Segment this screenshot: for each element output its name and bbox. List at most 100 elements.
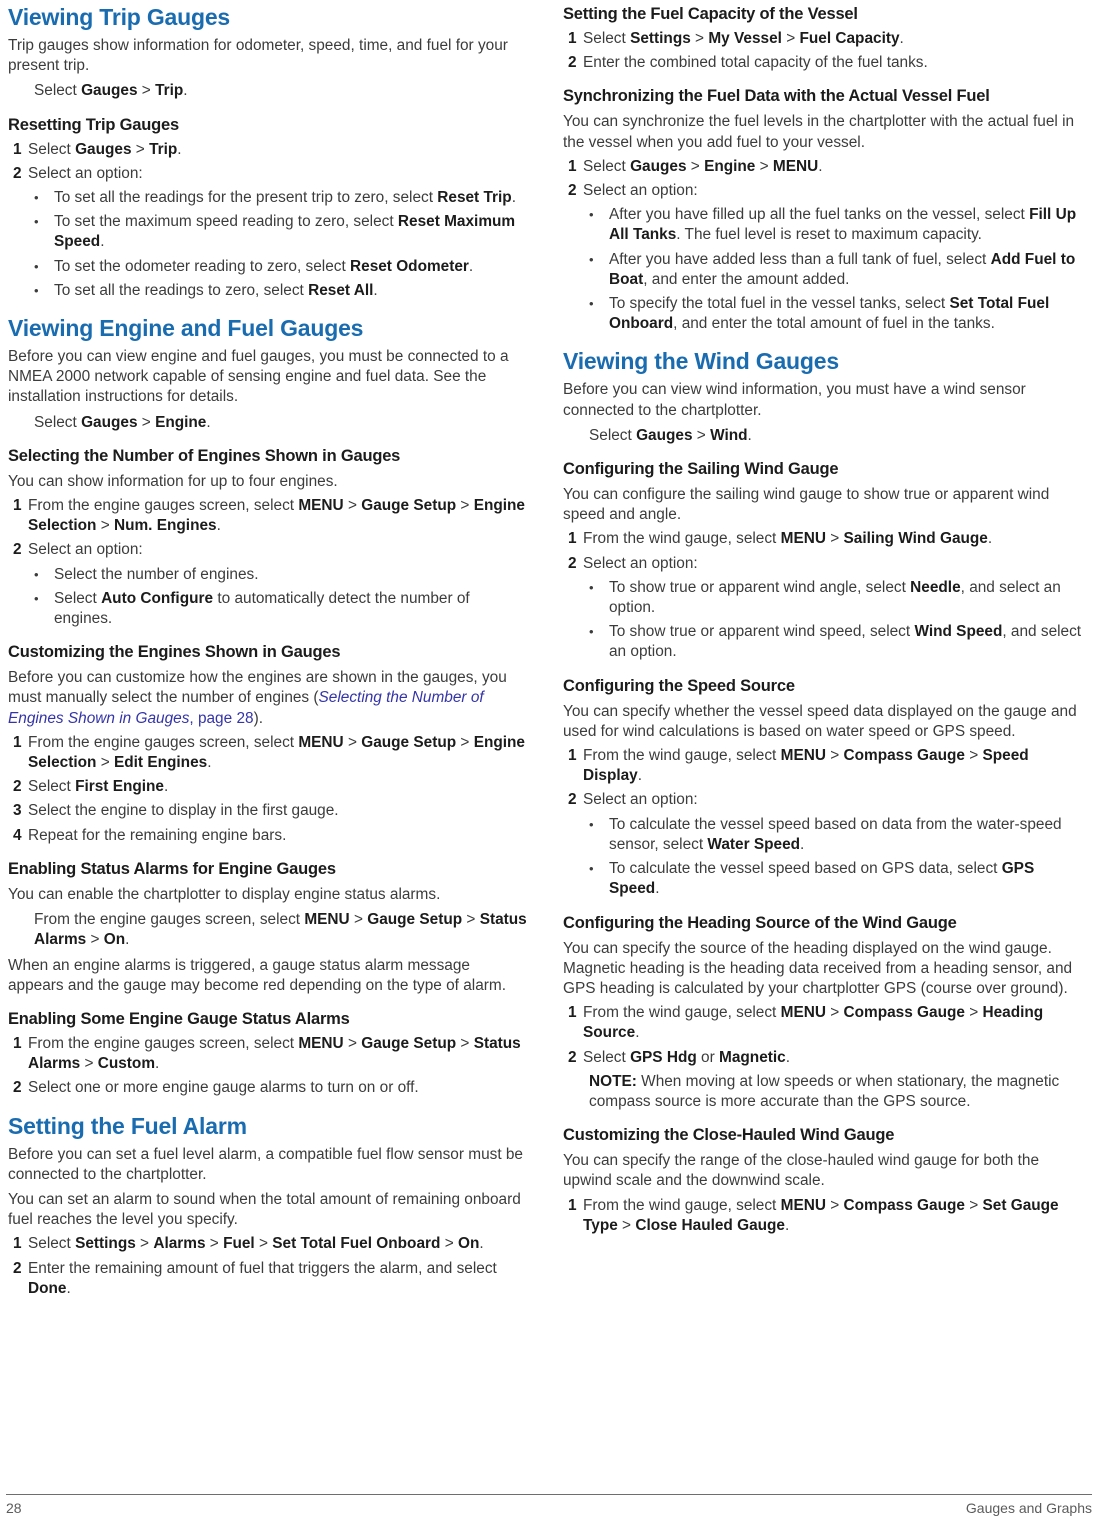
note-block: NOTE: When moving at low speeds or when …: [563, 1072, 1082, 1112]
bullet-icon: •: [34, 214, 39, 230]
step-number: 4: [13, 826, 22, 844]
numbered-step: 2 Select First Engine.: [8, 777, 527, 797]
step-text: Repeat for the remaining engine bars.: [28, 826, 287, 844]
step-number: 2: [13, 778, 22, 796]
subsection-heading-customizing-the-engines-shown-in-gauges: Customizing the Engines Shown in Gauges: [8, 642, 527, 663]
bullet-item: • To set the maximum speed reading to zer…: [8, 212, 527, 252]
bullet-text: To set the maximum speed reading to zero…: [54, 213, 516, 251]
paragraph-text: You can enable the chartplotter to displ…: [8, 885, 441, 903]
step-text: Select GPS Hdg or Magnetic.: [583, 1048, 790, 1066]
heading-text: Customizing the Close-Hauled Wind Gauge: [563, 1126, 895, 1145]
section-heading-setting-the-fuel-alarm: Setting the Fuel Alarm: [8, 1113, 527, 1140]
step-number: 1: [568, 1196, 577, 1214]
heading-text: Viewing Engine and Fuel Gauges: [8, 315, 364, 342]
subsection-heading-customizing-the-close-hauled-wind-gauge: Customizing the Close-Hauled Wind Gauge: [563, 1125, 1082, 1146]
page-columns: Viewing Trip Gauges Trip gauges show info…: [0, 0, 1098, 1470]
step-text: Select Gauges > Engine.: [34, 413, 211, 431]
paragraph-text: You can set an alarm to sound when the t…: [8, 1190, 521, 1229]
subsection-heading-resetting-trip-gauges: Resetting Trip Gauges: [8, 115, 527, 136]
step-number: 1: [13, 1034, 22, 1052]
subsection-heading-setting-the-fuel-capacity-of-the-vessel: Setting the Fuel Capacity of the Vessel: [563, 4, 1082, 25]
paragraph-text: You can show information for up to four …: [8, 472, 338, 490]
paragraph-text: You can specify whether the vessel speed…: [563, 702, 1077, 740]
step-text: Enter the remaining amount of fuel that …: [28, 1259, 497, 1297]
bullet-text: To specify the total fuel in the vessel …: [609, 295, 1050, 333]
bullet-icon: •: [589, 861, 594, 877]
step-number: 2: [568, 54, 577, 72]
step-text: Select an option:: [28, 164, 143, 182]
bullet-icon: •: [589, 251, 594, 267]
step-text: From the wind gauge, select MENU > Compa…: [583, 747, 1029, 785]
step-text: From the engine gauges screen, select ME…: [28, 733, 525, 772]
step-number: 2: [13, 541, 22, 559]
paragraph-text: When an engine alarms is triggered, a ga…: [8, 956, 506, 994]
step-text: Select First Engine.: [28, 778, 169, 796]
numbered-step: 1 Select Gauges > Trip.: [8, 140, 527, 160]
body-paragraph: You can specify whether the vessel speed…: [563, 702, 1082, 742]
numbered-step: 1 Select Settings > My Vessel > Fuel Capa…: [563, 29, 1082, 49]
step-number: 1: [13, 733, 22, 751]
bullet-icon: •: [34, 566, 39, 582]
bullet-item: • To set all the readings for the present…: [8, 188, 527, 208]
step-text: From the wind gauge, select MENU > Compa…: [583, 1004, 1044, 1042]
step-number: 3: [13, 802, 22, 820]
bullet-text: To set the odometer reading to zero, sel…: [54, 257, 474, 275]
heading-text: Configuring the Heading Source of the Wi…: [563, 913, 957, 932]
step-text: Select an option:: [28, 541, 143, 559]
step-text: From the engine gauges screen, select ME…: [34, 911, 527, 949]
footer-section-title: Gauges and Graphs: [965, 1500, 1092, 1516]
step-text: Select Gauges > Engine > MENU.: [583, 157, 823, 175]
numbered-step: 2 Select an option:: [8, 164, 527, 184]
step-text: Select an option:: [583, 791, 698, 809]
heading-text: Synchronizing the Fuel Data with the Act…: [563, 87, 990, 106]
numbered-step: 1 From the engine gauges screen, select M…: [8, 733, 527, 773]
page-footer: 28 Gauges and Graphs: [0, 1480, 1098, 1540]
numbered-step: 1 From the wind gauge, select MENU > Comp…: [563, 1196, 1082, 1236]
step-number: 2: [568, 1048, 577, 1066]
bullet-icon: •: [34, 258, 39, 274]
heading-text: Configuring the Sailing Wind Gauge: [563, 460, 839, 479]
body-paragraph: When an engine alarms is triggered, a ga…: [8, 956, 527, 996]
paragraph-text: You can specify the range of the close-h…: [563, 1152, 1040, 1190]
numbered-step: 2 Select GPS Hdg or Magnetic.: [563, 1048, 1082, 1068]
body-paragraph: You can specify the range of the close-h…: [563, 1151, 1082, 1191]
numbered-step: 2 Select an option:: [563, 790, 1082, 810]
bullet-item: • To set all the readings to zero, select…: [8, 281, 527, 301]
step-text: Select Gauges > Wind.: [589, 426, 752, 444]
heading-text: Configuring the Speed Source: [563, 676, 795, 695]
paragraph-text: Trip gauges show information for odomete…: [8, 37, 508, 75]
right-column: Setting the Fuel Capacity of the Vessel 1…: [549, 4, 1098, 1470]
paragraph-text: Before you can view wind information, yo…: [563, 381, 1026, 419]
bullet-item: • After you have added less than a full t…: [563, 250, 1082, 290]
bullet-text: To show true or apparent wind angle, sel…: [609, 578, 1061, 617]
numbered-step: 2 Select an option:: [563, 554, 1082, 574]
step-number: 1: [568, 530, 577, 548]
step-text: Select the engine to display in the firs…: [28, 802, 339, 820]
step-text: Select Settings > Alarms > Fuel > Set To…: [28, 1235, 484, 1253]
footer-divider: [6, 1494, 1092, 1495]
paragraph-text: You can configure the sailing wind gauge…: [563, 486, 1050, 524]
bullet-text: After you have filled up all the fuel ta…: [609, 206, 1077, 244]
step-number: 1: [13, 497, 22, 515]
heading-text: Resetting Trip Gauges: [8, 115, 179, 134]
step-text: From the engine gauges screen, select ME…: [28, 1034, 521, 1073]
heading-text: Viewing the Wind Gauges: [563, 348, 839, 375]
paragraph-text: You can synchronize the fuel levels in t…: [563, 113, 1075, 151]
note-text: NOTE: When moving at low speeds or when …: [589, 1072, 1060, 1110]
numbered-step: 1 From the wind gauge, select MENU > Sail…: [563, 529, 1082, 549]
body-paragraph: You can configure the sailing wind gauge…: [563, 485, 1082, 525]
bullet-text: Select Auto Configure to automatically d…: [54, 589, 470, 628]
body-paragraph: Before you can set a fuel level alarm, a…: [8, 1145, 527, 1185]
bullet-text: Select the number of engines.: [54, 565, 259, 583]
section-heading-viewing-the-wind-gauges: Viewing the Wind Gauges: [563, 348, 1082, 375]
section-heading-viewing-trip-gauges: Viewing Trip Gauges: [8, 4, 527, 31]
step-text: Select Gauges > Trip.: [34, 82, 188, 100]
subsection-heading-synchronizing-the-fuel-data-with-the-actual-vess: Synchronizing the Fuel Data with the Act…: [563, 86, 1082, 107]
numbered-step: 1 From the wind gauge, select MENU > Comp…: [563, 746, 1082, 786]
bullet-item: • To show true or apparent wind speed, se…: [563, 622, 1082, 662]
paragraph-text: Before you can set a fuel level alarm, a…: [8, 1145, 523, 1183]
bullet-item: • Select the number of engines.: [8, 565, 527, 585]
bullet-text: To calculate the vessel speed based on d…: [609, 815, 1062, 853]
heading-text: Setting the Fuel Alarm: [8, 1112, 247, 1139]
step-number: 1: [568, 1004, 577, 1022]
